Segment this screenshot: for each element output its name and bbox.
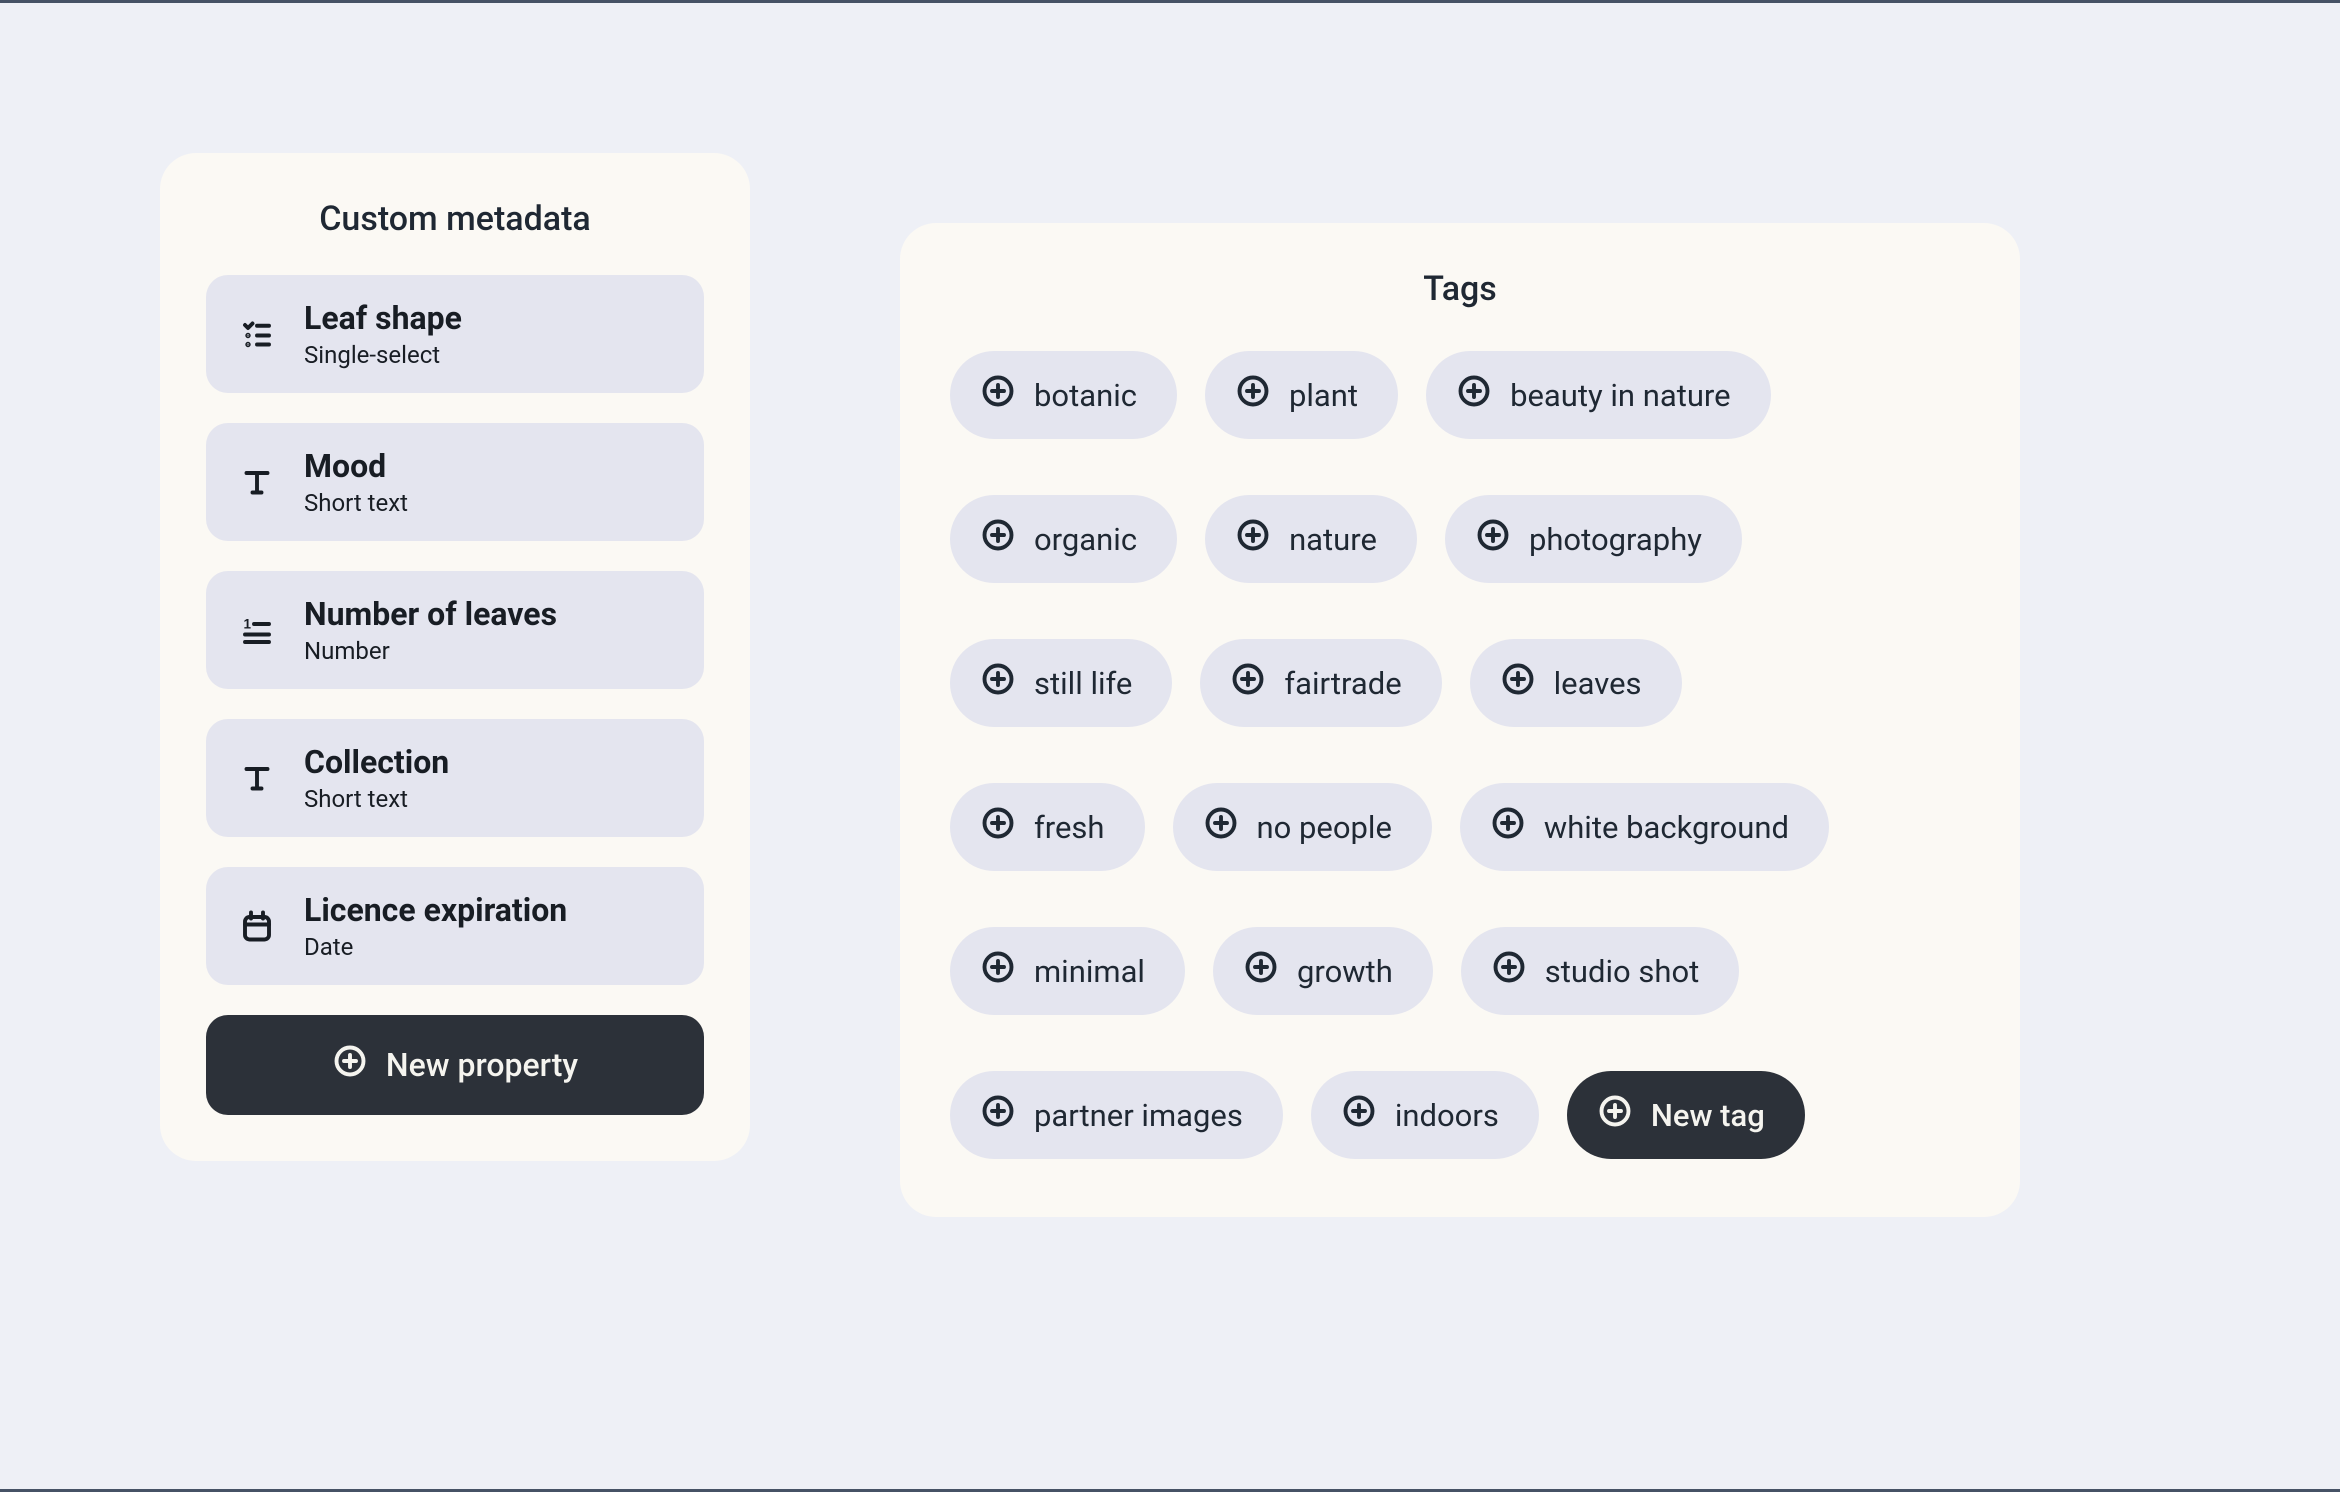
property-subtitle: Short text <box>304 785 449 813</box>
tag-label: indoors <box>1395 1097 1499 1134</box>
tag-pill[interactable]: organic <box>950 495 1177 583</box>
tag-label: organic <box>1034 521 1137 558</box>
tag-label: still life <box>1034 665 1132 702</box>
plus-circle-icon <box>980 517 1016 561</box>
property-row[interactable]: Licence expiration Date <box>206 867 704 985</box>
tag-label: partner images <box>1034 1097 1243 1134</box>
tag-label: botanic <box>1034 377 1137 414</box>
plus-circle-icon <box>1490 805 1526 849</box>
tag-pill[interactable]: partner images <box>950 1071 1283 1159</box>
plus-circle-icon <box>1500 661 1536 705</box>
tag-label: leaves <box>1554 665 1642 702</box>
tag-pill[interactable]: fairtrade <box>1200 639 1441 727</box>
tag-label: plant <box>1289 377 1358 414</box>
tag-label: nature <box>1289 521 1377 558</box>
tag-label: no people <box>1257 809 1392 846</box>
number-icon <box>236 609 278 651</box>
property-text: Mood Short text <box>304 447 408 517</box>
tag-pill[interactable]: still life <box>950 639 1172 727</box>
property-row[interactable]: Collection Short text <box>206 719 704 837</box>
plus-circle-icon <box>1243 949 1279 993</box>
plus-circle-icon <box>1456 373 1492 417</box>
tag-pill[interactable]: no people <box>1173 783 1432 871</box>
property-title: Leaf shape <box>304 299 462 337</box>
plus-circle-icon <box>1475 517 1511 561</box>
property-subtitle: Date <box>304 933 567 961</box>
tag-pill[interactable]: studio shot <box>1461 927 1740 1015</box>
tag-pill[interactable]: botanic <box>950 351 1177 439</box>
property-title: Licence expiration <box>304 891 567 929</box>
tag-pill[interactable]: nature <box>1205 495 1417 583</box>
property-subtitle: Single-select <box>304 341 462 369</box>
plus-circle-icon <box>980 373 1016 417</box>
property-text: Number of leaves Number <box>304 595 557 665</box>
property-row[interactable]: Mood Short text <box>206 423 704 541</box>
tag-pill[interactable]: indoors <box>1311 1071 1539 1159</box>
property-title: Collection <box>304 743 449 781</box>
plus-circle-icon <box>980 661 1016 705</box>
text-icon <box>236 461 278 503</box>
single-select-icon <box>236 313 278 355</box>
plus-circle-icon <box>980 949 1016 993</box>
tag-pill[interactable]: minimal <box>950 927 1185 1015</box>
custom-metadata-title: Custom metadata <box>206 199 704 239</box>
tag-pill[interactable]: plant <box>1205 351 1398 439</box>
plus-circle-icon <box>1235 373 1271 417</box>
tags-container: botanic plant beauty in nature organic n… <box>950 351 1970 1159</box>
plus-circle-icon <box>1597 1093 1633 1137</box>
tag-label: fairtrade <box>1284 665 1401 702</box>
property-text: Collection Short text <box>304 743 449 813</box>
new-tag-label: New tag <box>1651 1097 1765 1134</box>
tag-label: growth <box>1297 953 1393 990</box>
tag-label: white background <box>1544 809 1789 846</box>
tag-pill[interactable]: fresh <box>950 783 1145 871</box>
plus-circle-icon <box>1203 805 1239 849</box>
tag-pill[interactable]: white background <box>1460 783 1829 871</box>
tag-pill[interactable]: beauty in nature <box>1426 351 1771 439</box>
tag-label: studio shot <box>1545 953 1700 990</box>
plus-circle-icon <box>980 805 1016 849</box>
plus-circle-icon <box>1491 949 1527 993</box>
new-tag-button[interactable]: New tag <box>1567 1071 1805 1159</box>
text-icon <box>236 757 278 799</box>
plus-circle-icon <box>332 1043 368 1087</box>
property-title: Number of leaves <box>304 595 557 633</box>
new-property-button[interactable]: New property <box>206 1015 704 1115</box>
plus-circle-icon <box>980 1093 1016 1137</box>
plus-circle-icon <box>1235 517 1271 561</box>
property-row[interactable]: Leaf shape Single-select <box>206 275 704 393</box>
tag-label: beauty in nature <box>1510 377 1731 414</box>
tag-pill[interactable]: growth <box>1213 927 1433 1015</box>
tag-label: fresh <box>1034 809 1105 846</box>
custom-metadata-card: Custom metadata Leaf shape Single-select… <box>160 153 750 1161</box>
tag-pill[interactable]: photography <box>1445 495 1742 583</box>
tag-label: photography <box>1529 521 1702 558</box>
property-title: Mood <box>304 447 408 485</box>
property-text: Licence expiration Date <box>304 891 567 961</box>
property-text: Leaf shape Single-select <box>304 299 462 369</box>
plus-circle-icon <box>1341 1093 1377 1137</box>
property-subtitle: Number <box>304 637 557 665</box>
calendar-icon <box>236 905 278 947</box>
property-subtitle: Short text <box>304 489 408 517</box>
new-property-label: New property <box>386 1046 578 1084</box>
tags-title: Tags <box>950 269 1970 309</box>
tags-card: Tags botanic plant beauty in nature orga… <box>900 223 2020 1217</box>
tag-pill[interactable]: leaves <box>1470 639 1682 727</box>
property-row[interactable]: Number of leaves Number <box>206 571 704 689</box>
tag-label: minimal <box>1034 953 1145 990</box>
plus-circle-icon <box>1230 661 1266 705</box>
